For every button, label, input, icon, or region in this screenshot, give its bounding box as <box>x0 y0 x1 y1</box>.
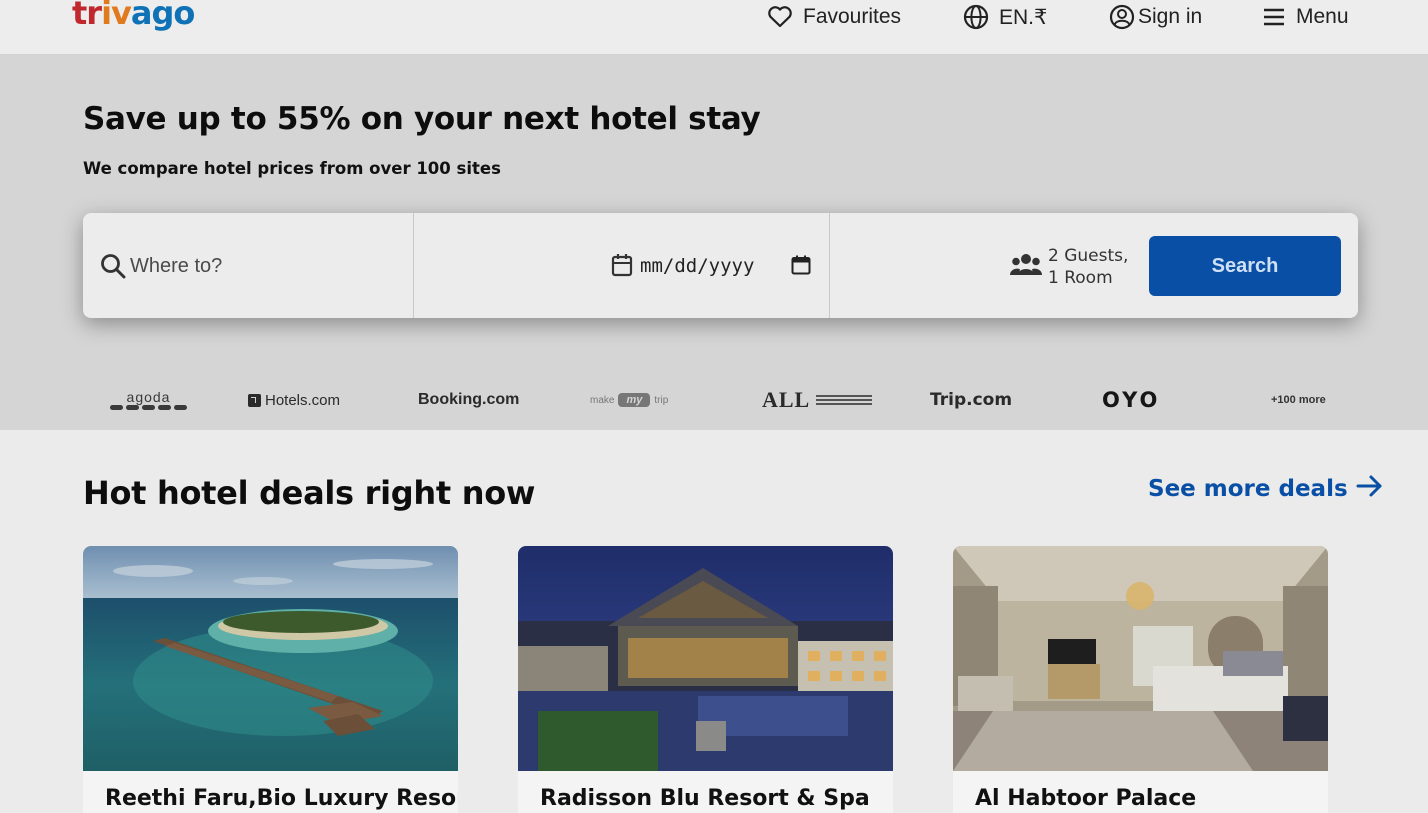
search-bar: mm/dd/yyyy 2 Guests, 1 Room Search <box>83 213 1358 318</box>
language-currency-selector[interactable]: EN.₹ <box>963 0 1047 34</box>
hero-subtitle: We compare hotel prices from over 100 si… <box>83 159 501 178</box>
header: trivago Favourites EN.₹ Sign in Menu <box>0 0 1428 55</box>
makemytrip-logo: make my trip <box>590 393 669 407</box>
trip-com-logo: Trip.com <box>930 390 1013 410</box>
user-circle-icon <box>1109 4 1135 30</box>
hotel-image-island-resort <box>83 546 458 771</box>
deal-card-reethi-faru[interactable]: Reethi Faru,Bio Luxury Resort <box>83 546 458 813</box>
guests-selector[interactable]: 2 Guests, 1 Room <box>1010 235 1140 295</box>
hotels-com-logo: Hotels.com <box>248 385 340 415</box>
arrow-right-icon <box>1356 474 1384 504</box>
accor-all-logo: ALL <box>762 385 873 415</box>
trivago-logo[interactable]: trivago <box>72 0 195 32</box>
see-more-deals-link[interactable]: See more deals <box>1148 474 1384 504</box>
date-input-text[interactable]: mm/dd/yyyy <box>640 255 754 277</box>
language-label: EN.₹ <box>999 5 1048 29</box>
hotel-image-palace-room <box>953 546 1328 771</box>
guests-count: 2 Guests, <box>1048 246 1129 266</box>
see-more-label: See more deals <box>1148 476 1348 502</box>
menu-icon <box>1262 6 1286 28</box>
heart-icon <box>767 5 793 29</box>
hotel-image-radisson <box>518 546 893 771</box>
search-icon <box>100 253 126 284</box>
date-field[interactable]: mm/dd/yyyy <box>414 213 830 318</box>
calendar-icon <box>611 253 633 282</box>
favourites-label: Favourites <box>803 5 902 28</box>
menu-label: Menu <box>1296 5 1349 28</box>
hotel-name: Radisson Blu Resort & Spa <box>540 786 870 811</box>
hero-section: Save up to 55% on your next hotel stay W… <box>0 55 1428 430</box>
rooms-count: 1 Room <box>1048 268 1113 288</box>
favourites-link[interactable]: Favourites <box>767 0 901 34</box>
agoda-logo: agoda <box>110 385 187 415</box>
hotel-name: Reethi Faru,Bio Luxury Resort <box>105 786 458 811</box>
globe-icon <box>963 4 989 30</box>
hotel-name: Al Habtoor Palace <box>975 786 1197 811</box>
date-picker-icon[interactable] <box>791 255 811 280</box>
deal-card-radisson-blu[interactable]: Radisson Blu Resort & Spa <box>518 546 893 813</box>
partner-logos: agoda Hotels.com Booking.com make my tri… <box>0 385 1428 415</box>
guests-icon <box>1010 253 1042 282</box>
more-partners-label: +100 more <box>1271 394 1326 406</box>
menu-button[interactable]: Menu <box>1262 0 1349 34</box>
destination-field[interactable] <box>83 213 414 318</box>
destination-input[interactable] <box>130 249 400 283</box>
deal-card-al-habtoor[interactable]: Al Habtoor Palace <box>953 546 1328 813</box>
guests-section: 2 Guests, 1 Room Search <box>830 213 1358 318</box>
search-button[interactable]: Search <box>1149 236 1341 296</box>
oyo-logo: OYO <box>1102 388 1161 412</box>
booking-com-logo: Booking.com <box>418 391 520 408</box>
deals-section-title: Hot hotel deals right now <box>83 474 536 512</box>
sign-in-button[interactable]: Sign in <box>1109 0 1202 34</box>
sign-in-label: Sign in <box>1138 5 1203 28</box>
hero-title: Save up to 55% on your next hotel stay <box>83 101 761 137</box>
guests-rooms-text: 2 Guests, 1 Room <box>1048 245 1128 289</box>
